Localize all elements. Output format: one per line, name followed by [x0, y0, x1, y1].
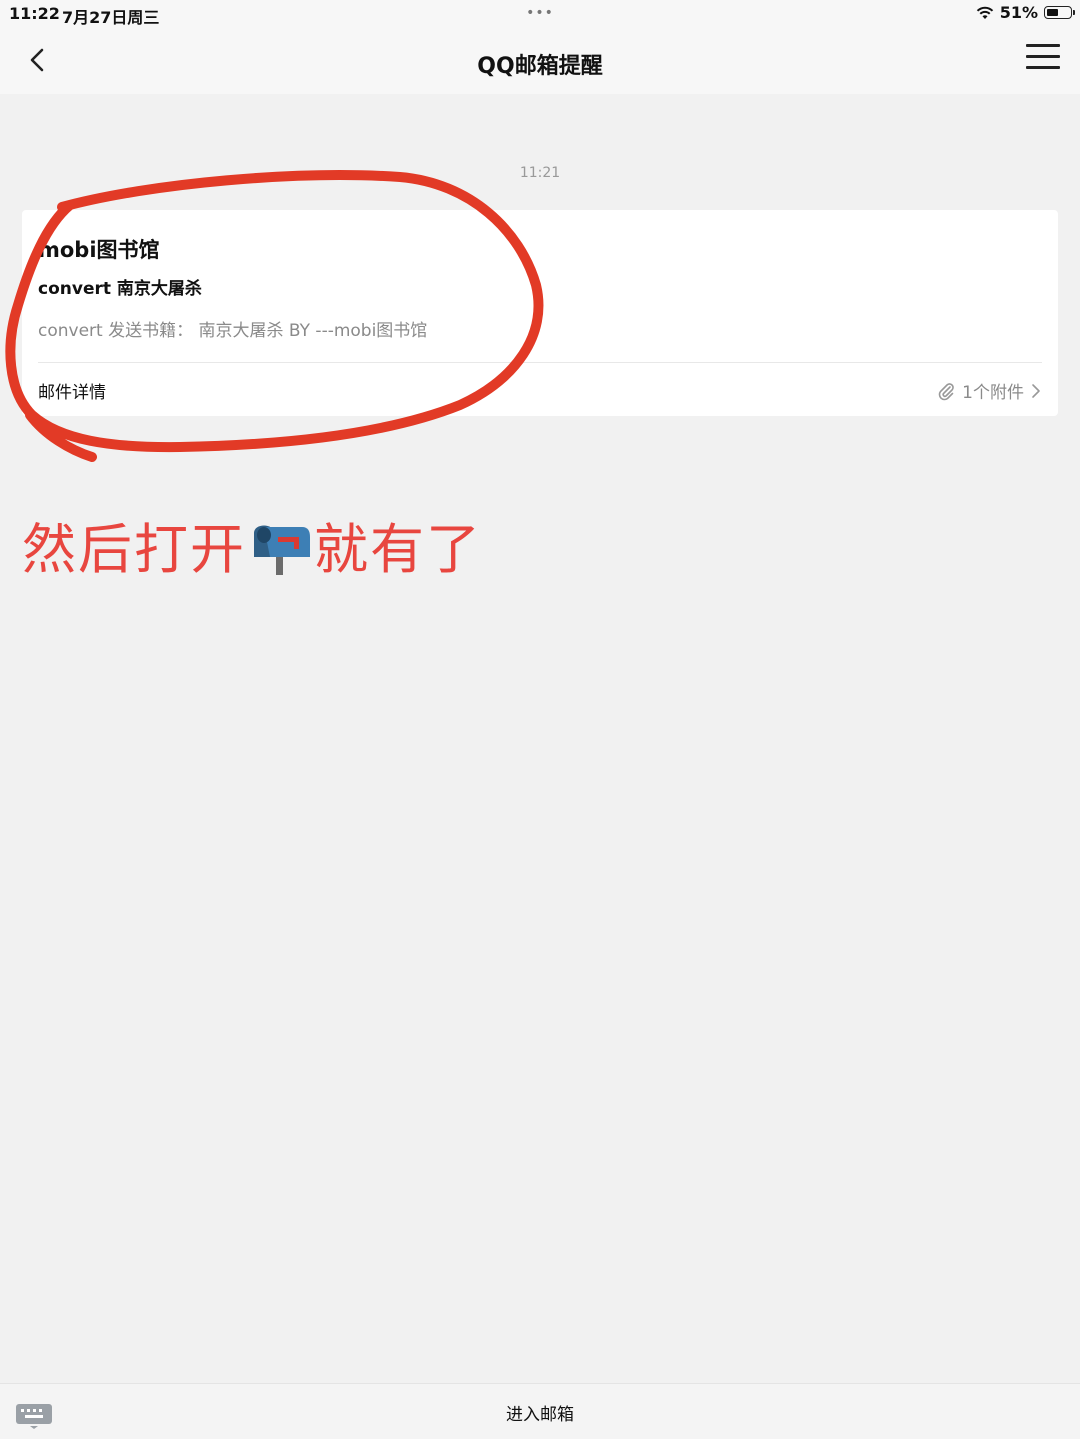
status-bar: 11:22 7月27日周三 ••• 51% — [0, 0, 1080, 30]
bottom-bar: 进入邮箱 — [0, 1383, 1080, 1439]
email-notification-card[interactable]: mobi图书馆 convert 南京大屠杀 convert 发送书籍： 南京大屠… — [22, 210, 1058, 416]
navigation-bar: QQ邮箱提醒 — [0, 30, 1080, 94]
chevron-right-icon — [1032, 383, 1040, 398]
status-date: 7月27日周三 — [62, 8, 160, 27]
hamburger-menu-icon — [1026, 44, 1060, 69]
attachment-count: 1个附件 — [962, 383, 1024, 403]
menu-button[interactable] — [1026, 44, 1060, 76]
paperclip-icon — [938, 382, 954, 400]
screen: 11:22 7月27日周三 ••• 51% QQ邮箱提醒 11:21 mobi图… — [0, 0, 1080, 1439]
battery-icon — [1044, 6, 1075, 19]
status-right-group: 51% — [976, 3, 1075, 22]
attachment-link[interactable]: 1个附件 — [936, 378, 1042, 403]
multitasking-dots[interactable]: ••• — [520, 5, 560, 21]
email-sender: mobi图书馆 — [38, 238, 160, 262]
page-title: QQ邮箱提醒 — [477, 54, 603, 79]
annotation-text-before: 然后打开 — [22, 518, 246, 581]
email-preview: convert 发送书籍： 南京大屠杀 BY ---mobi图书馆 — [38, 321, 428, 341]
enter-mailbox-button[interactable]: 进入邮箱 — [0, 1400, 1080, 1425]
email-subject: convert 南京大屠杀 — [38, 279, 202, 299]
mailbox-icon — [254, 525, 310, 575]
battery-percentage: 51% — [999, 3, 1038, 22]
message-timestamp: 11:21 — [519, 165, 561, 181]
wifi-icon — [976, 6, 993, 19]
email-details-link[interactable]: 邮件详情 — [38, 378, 106, 403]
divider — [38, 362, 1042, 363]
annotation-text-after: 就有了 — [314, 518, 482, 581]
status-time: 11:22 — [9, 4, 60, 23]
battery-level — [1047, 9, 1058, 16]
annotation-caption: 然后打开 就有了 — [22, 505, 482, 584]
